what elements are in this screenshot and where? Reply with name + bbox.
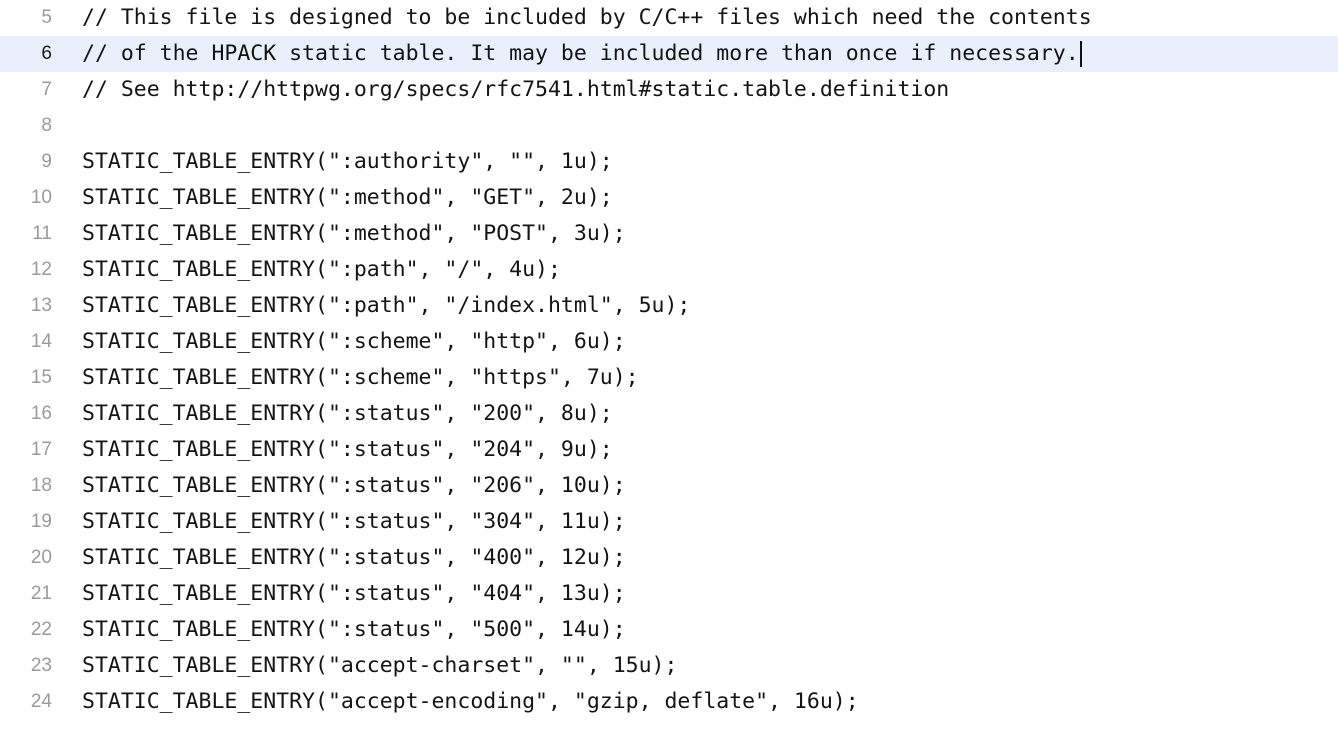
- code-line[interactable]: 18 STATIC_TABLE_ENTRY(":status", "206", 1…: [0, 468, 1338, 504]
- code-line[interactable]: 11 STATIC_TABLE_ENTRY(":method", "POST", …: [0, 216, 1338, 252]
- line-number: 17: [30, 439, 52, 460]
- code-text[interactable]: // This file is designed to be included …: [82, 0, 1092, 36]
- line-number: 22: [30, 619, 52, 640]
- code-text[interactable]: STATIC_TABLE_ENTRY(":method", "GET", 2u)…: [82, 180, 613, 216]
- line-number: 11: [32, 223, 52, 244]
- line-number: 18: [30, 475, 52, 496]
- code-text[interactable]: STATIC_TABLE_ENTRY(":status", "200", 8u)…: [82, 396, 613, 432]
- code-text[interactable]: // of the HPACK static table. It may be …: [82, 36, 1082, 72]
- line-number: 9: [41, 151, 52, 172]
- code-text[interactable]: STATIC_TABLE_ENTRY(":path", "/index.html…: [82, 288, 690, 324]
- line-number: 8: [41, 115, 52, 136]
- line-number: 15: [30, 367, 52, 388]
- code-text[interactable]: STATIC_TABLE_ENTRY(":status", "404", 13u…: [82, 576, 626, 612]
- line-number: 21: [30, 583, 52, 604]
- code-line[interactable]: 19 STATIC_TABLE_ENTRY(":status", "304", 1…: [0, 504, 1338, 540]
- line-number: 10: [30, 187, 52, 208]
- code-text[interactable]: STATIC_TABLE_ENTRY("accept-encoding", "g…: [82, 684, 859, 720]
- line-number: 7: [41, 79, 52, 100]
- line-number: 24: [30, 691, 52, 712]
- code-text[interactable]: STATIC_TABLE_ENTRY(":method", "POST", 3u…: [82, 216, 626, 252]
- code-text[interactable]: STATIC_TABLE_ENTRY(":authority", "", 1u)…: [82, 144, 613, 180]
- code-text[interactable]: STATIC_TABLE_ENTRY(":path", "/", 4u);: [82, 252, 561, 288]
- code-line[interactable]: 17 STATIC_TABLE_ENTRY(":status", "204", 9…: [0, 432, 1338, 468]
- line-number: 20: [30, 547, 52, 568]
- code-line[interactable]: 16 STATIC_TABLE_ENTRY(":status", "200", 8…: [0, 396, 1338, 432]
- line-number: 23: [30, 655, 52, 676]
- code-line[interactable]: 15 STATIC_TABLE_ENTRY(":scheme", "https",…: [0, 360, 1338, 396]
- code-line[interactable]: 14 STATIC_TABLE_ENTRY(":scheme", "http", …: [0, 324, 1338, 360]
- code-line[interactable]: 8: [0, 108, 1338, 144]
- code-text[interactable]: STATIC_TABLE_ENTRY(":status", "204", 9u)…: [82, 432, 613, 468]
- line-number: 6: [41, 43, 52, 64]
- line-number: 14: [30, 331, 52, 352]
- code-text[interactable]: STATIC_TABLE_ENTRY("accept-charset", "",…: [82, 648, 677, 684]
- code-text[interactable]: STATIC_TABLE_ENTRY(":scheme", "https", 7…: [82, 360, 639, 396]
- code-text[interactable]: STATIC_TABLE_ENTRY(":status", "400", 12u…: [82, 540, 626, 576]
- line-number: 5: [41, 7, 52, 28]
- code-text[interactable]: STATIC_TABLE_ENTRY(":status", "304", 11u…: [82, 504, 626, 540]
- code-line[interactable]: 21 STATIC_TABLE_ENTRY(":status", "404", 1…: [0, 576, 1338, 612]
- code-line[interactable]: 10 STATIC_TABLE_ENTRY(":method", "GET", 2…: [0, 180, 1338, 216]
- text-caret: [1079, 41, 1082, 67]
- code-text[interactable]: STATIC_TABLE_ENTRY(":status", "206", 10u…: [82, 468, 626, 504]
- code-line[interactable]: 12 STATIC_TABLE_ENTRY(":path", "/", 4u);: [0, 252, 1338, 288]
- code-text[interactable]: // See http://httpwg.org/specs/rfc7541.h…: [82, 72, 949, 108]
- code-line[interactable]: 22 STATIC_TABLE_ENTRY(":status", "500", 1…: [0, 612, 1338, 648]
- line-number: 12: [30, 259, 52, 280]
- code-text[interactable]: STATIC_TABLE_ENTRY(":scheme", "http", 6u…: [82, 324, 626, 360]
- code-text[interactable]: STATIC_TABLE_ENTRY(":status", "500", 14u…: [82, 612, 626, 648]
- code-editor[interactable]: 5 // This file is designed to be included…: [0, 0, 1338, 740]
- line-number: 19: [30, 511, 52, 532]
- code-line[interactable]: 9 STATIC_TABLE_ENTRY(":authority", "", 1u…: [0, 144, 1338, 180]
- code-line[interactable]: 20 STATIC_TABLE_ENTRY(":status", "400", 1…: [0, 540, 1338, 576]
- code-line[interactable]: 5 // This file is designed to be included…: [0, 0, 1338, 36]
- code-line[interactable]: 13 STATIC_TABLE_ENTRY(":path", "/index.ht…: [0, 288, 1338, 324]
- line-number: 16: [30, 403, 52, 424]
- code-line[interactable]: 6 // of the HPACK static table. It may be…: [0, 36, 1338, 72]
- code-line[interactable]: 23 STATIC_TABLE_ENTRY("accept-charset", "…: [0, 648, 1338, 684]
- line-number: 13: [30, 295, 52, 316]
- code-line[interactable]: 24 STATIC_TABLE_ENTRY("accept-encoding", …: [0, 684, 1338, 720]
- code-line[interactable]: 7 // See http://httpwg.org/specs/rfc7541.…: [0, 72, 1338, 108]
